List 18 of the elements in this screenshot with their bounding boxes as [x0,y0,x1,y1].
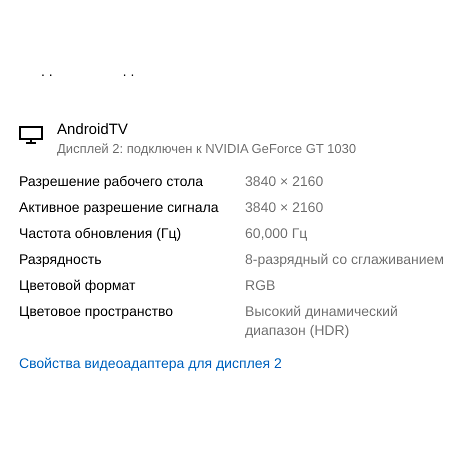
dots-text: . . [41,64,53,81]
property-value: 3840 × 2160 [245,172,324,191]
property-label: Цветовое пространство [19,302,174,321]
property-label: Активное разрешение сигнала [19,198,220,217]
property-value: RGB [245,276,276,295]
property-value: 8-разрядный со сглаживанием [245,250,445,269]
property-label: Разрядность [19,250,103,269]
property-value: 60,000 Гц [245,224,308,243]
property-label: Разрешение рабочего стола [19,172,204,191]
property-label: Цветовой формат [19,276,136,295]
display-subtitle: Дисплей 2: подключен к NVIDIA GeForce GT 1030 [57,140,356,158]
display-name: AndroidTV [57,120,129,140]
property-value: Высокий динамический диапазон (HDR) [245,302,399,340]
property-value: 3840 × 2160 [245,198,324,217]
monitor-icon [19,126,43,144]
adapter-properties-link[interactable]: Свойства видеоадаптера для дисплея 2 [19,354,282,373]
dots-text: . . [122,64,134,81]
property-label: Частота обновления (Гц) [19,224,182,243]
